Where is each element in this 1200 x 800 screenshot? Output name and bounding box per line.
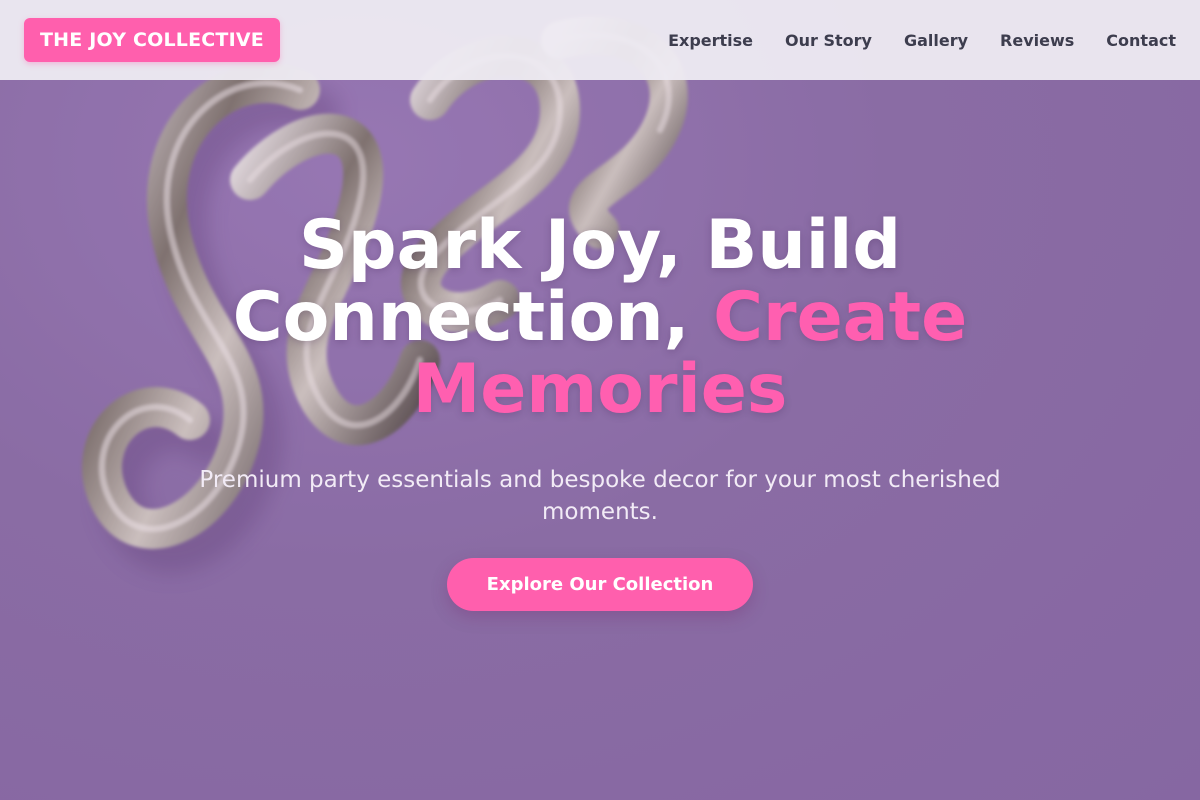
site-header: THE JOY COLLECTIVE Expertise Our Story G… (0, 0, 1200, 80)
nav-link-reviews[interactable]: Reviews (1000, 31, 1074, 50)
hero-subheadline: Premium party essentials and bespoke dec… (199, 467, 1001, 525)
hero-headline: Spark Joy, Build Connection, Create Memo… (190, 210, 1010, 426)
nav-link-our-story[interactable]: Our Story (785, 31, 872, 50)
nav-link-contact[interactable]: Contact (1106, 31, 1176, 50)
main-nav: Expertise Our Story Gallery Reviews Cont… (668, 31, 1176, 50)
nav-link-expertise[interactable]: Expertise (668, 31, 753, 50)
brand-logo[interactable]: THE JOY COLLECTIVE (24, 18, 280, 62)
nav-link-gallery[interactable]: Gallery (904, 31, 968, 50)
hero-section: Spark Joy, Build Connection, Create Memo… (0, 210, 1200, 611)
explore-collection-button[interactable]: Explore Our Collection (446, 558, 754, 611)
